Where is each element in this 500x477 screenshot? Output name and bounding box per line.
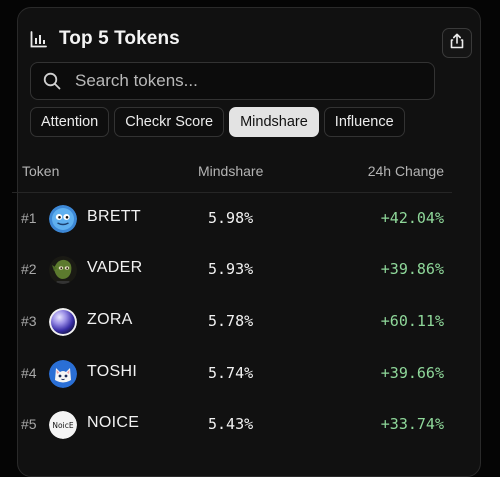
table-row[interactable]: #4 TOSHI 5.74% +39.66%	[12, 350, 452, 402]
token-name: VADER	[87, 259, 143, 276]
token-name: NOICE	[87, 414, 140, 431]
toshi-logo	[49, 360, 77, 388]
token-24h-change: +39.66%	[380, 364, 444, 382]
bar-chart-icon	[30, 30, 47, 48]
noice-logo-text: NoicE	[52, 421, 73, 430]
token-24h-change: +42.04%	[380, 209, 444, 227]
table-row[interactable]: #3 ZORA 5.78% +60.11%	[12, 298, 452, 350]
zora-logo	[49, 308, 77, 336]
token-name: BRETT	[87, 208, 141, 225]
share-button[interactable]	[442, 28, 472, 58]
column-header-24h-change[interactable]: 24h Change	[368, 163, 444, 179]
column-header-token[interactable]: Token	[22, 163, 59, 179]
token-mindshare: 5.43%	[208, 415, 254, 433]
token-mindshare: 5.74%	[208, 364, 254, 382]
token-rank: #5	[21, 416, 37, 432]
tab-attention[interactable]: Attention	[30, 107, 110, 137]
page-title: Top 5 Tokens	[59, 28, 180, 49]
table-row[interactable]: #1 BRETT 5.98% +42.04%	[12, 195, 452, 247]
table-row[interactable]: #2 VADER 5.93% +39.86%	[12, 246, 452, 298]
tab-mindshare[interactable]: Mindshare	[229, 107, 319, 137]
token-name: ZORA	[87, 311, 133, 328]
column-header-mindshare[interactable]: Mindshare	[198, 163, 263, 179]
vader-logo	[49, 256, 77, 284]
brett-logo	[49, 205, 77, 233]
tab-checkr-score[interactable]: Checkr Score	[114, 107, 225, 137]
token-24h-change: +60.11%	[380, 312, 444, 330]
noice-logo: NoicE	[49, 411, 77, 439]
token-rank: #4	[21, 365, 37, 381]
table-header: Token Mindshare 24h Change	[12, 160, 452, 193]
metric-tabs: Attention Checkr Score Mindshare Influen…	[30, 107, 405, 137]
share-icon	[449, 33, 465, 54]
token-name: TOSHI	[87, 363, 138, 380]
tab-influence[interactable]: Influence	[323, 107, 405, 137]
search-input[interactable]	[73, 70, 434, 92]
token-rank: #3	[21, 313, 37, 329]
token-mindshare: 5.78%	[208, 312, 254, 330]
search-box[interactable]	[30, 62, 435, 100]
token-mindshare: 5.93%	[208, 260, 254, 278]
card-header: Top 5 Tokens	[30, 28, 180, 50]
token-24h-change: +33.74%	[380, 415, 444, 433]
token-24h-change: +39.86%	[380, 260, 444, 278]
token-mindshare: 5.98%	[208, 209, 254, 227]
token-rank: #1	[21, 210, 37, 226]
search-icon	[43, 72, 61, 90]
table-row[interactable]: #5 NoicE NOICE 5.43% +33.74%	[12, 401, 452, 453]
token-rank: #2	[21, 261, 37, 277]
